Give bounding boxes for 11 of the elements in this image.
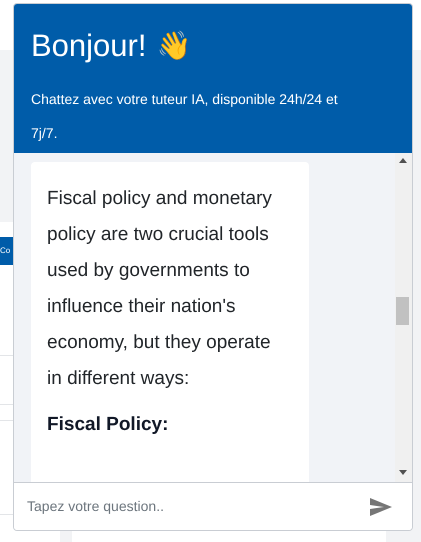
message-heading: Fiscal Policy: — [47, 413, 170, 438]
scrollbar[interactable] — [395, 153, 412, 482]
message-text: Fiscal policy and monetary policy are two crucial tools used by governments to influence their nation's economy, but they operate in different ways: — [47, 187, 273, 392]
scrollbar-thumb[interactable] — [396, 297, 409, 326]
button-fragment[interactable]: Co — [0, 237, 14, 265]
scroll-up-icon[interactable] — [399, 158, 407, 164]
chat-subtitle: Chattez avec votre tuteur IA, disponible 24h/24 et 7j/7. — [31, 90, 339, 143]
waving-hand-emoji: 👋 — [156, 28, 192, 64]
chat-title: Bonjour! — [31, 28, 146, 64]
scroll-down-icon[interactable] — [399, 470, 407, 476]
send-icon[interactable] — [370, 498, 392, 516]
